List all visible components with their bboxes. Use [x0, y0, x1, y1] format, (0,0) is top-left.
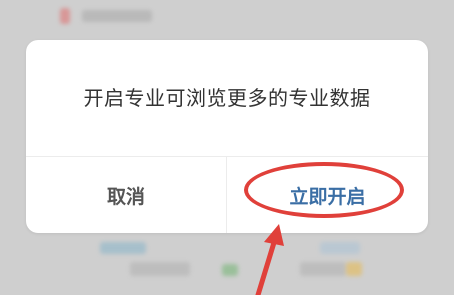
background-block [320, 242, 360, 254]
background-icon [60, 8, 70, 24]
background-text-block [82, 10, 152, 22]
background-block [300, 262, 346, 276]
cancel-button[interactable]: 取消 [26, 157, 226, 233]
background-block [100, 242, 146, 254]
enable-pro-dialog: 开启专业可浏览更多的专业数据 取消 立即开启 [26, 40, 428, 233]
background-block [222, 264, 238, 276]
enable-now-button[interactable]: 立即开启 [227, 157, 428, 233]
background-block [346, 262, 362, 276]
dialog-message: 开启专业可浏览更多的专业数据 [83, 86, 371, 110]
background-block [130, 262, 190, 276]
screen: 开启专业可浏览更多的专业数据 取消 立即开启 [0, 0, 454, 295]
